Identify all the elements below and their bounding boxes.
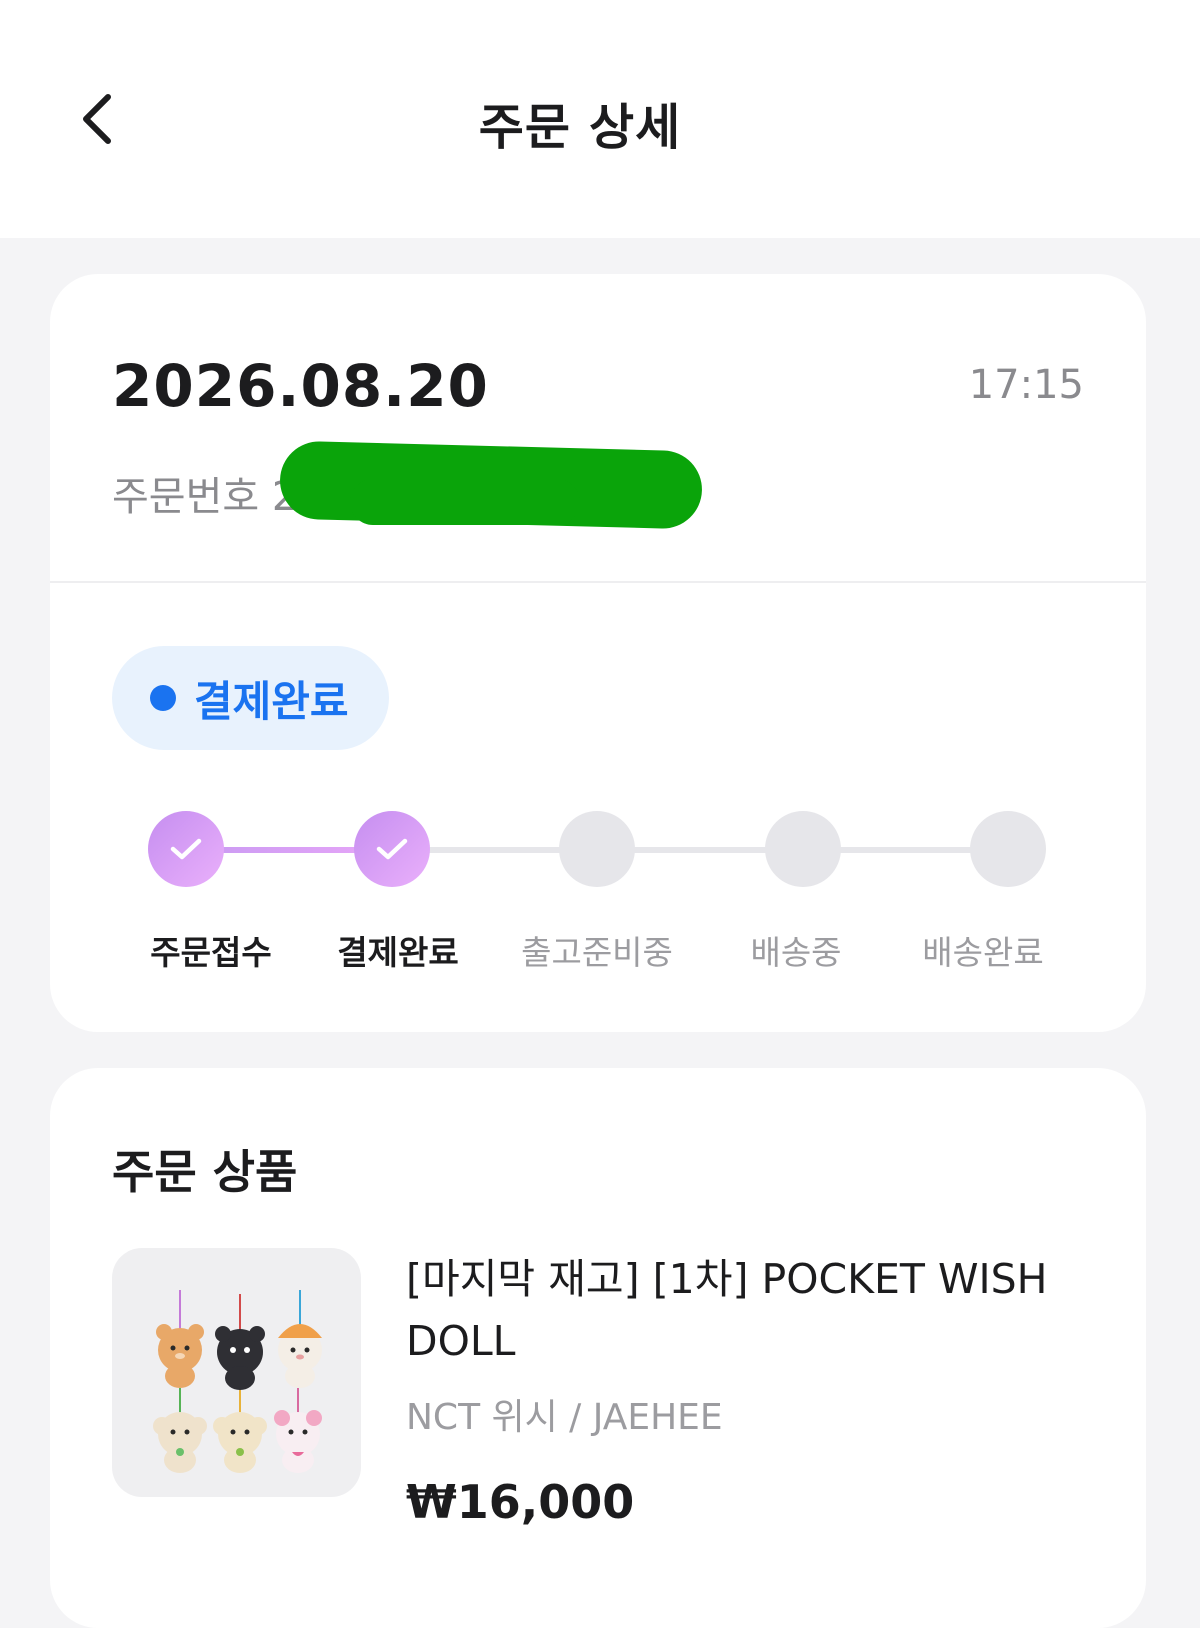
redaction-mark [350,479,580,525]
product-name[interactable]: [마지막 재고] [1차] POCKET WISH DOLL [406,1248,1086,1372]
order-summary-card: 2026.08.20 17:15 주문번호 20 결제완료 주문접수 결제완료 … [50,274,1146,1032]
step-label: 주문접수 [150,933,272,972]
product-thumbnail[interactable] [112,1248,361,1497]
section-title: 주문 상품 [112,1145,298,1199]
page-title: 주문 상세 [478,99,682,156]
check-icon [376,838,408,860]
step-circle-order-received [148,811,224,887]
step-label: 결제완료 [337,933,459,972]
step-circle-preparing-shipment [559,811,635,887]
step-label: 출고준비중 [521,933,673,972]
step-label: 배송완료 [922,933,1044,972]
product-price: ₩16,000 [406,1475,635,1529]
divider [50,581,1146,583]
status-dot-icon [150,685,176,711]
step-circle-shipping [765,811,841,887]
status-badge-label: 결제완료 [194,676,349,726]
check-icon [170,838,202,860]
step-label: 배송중 [750,933,842,972]
plush-doll-keyrings-image [153,1290,322,1473]
top-app-bar: 주문 상세 [0,0,1200,238]
step-circle-payment-complete [354,811,430,887]
progress-connector [394,847,1014,853]
order-date: 2026.08.20 [112,352,489,420]
status-badge: 결제완료 [112,646,389,750]
step-circle-delivered [970,811,1046,887]
order-time: 17:15 [968,362,1084,408]
product-option: NCT 위시 / JAEHEE [406,1397,723,1438]
order-products-card: 주문 상품 [마지막 재고] [1차] POCKET WISH DOLL NCT… [50,1068,1146,1628]
